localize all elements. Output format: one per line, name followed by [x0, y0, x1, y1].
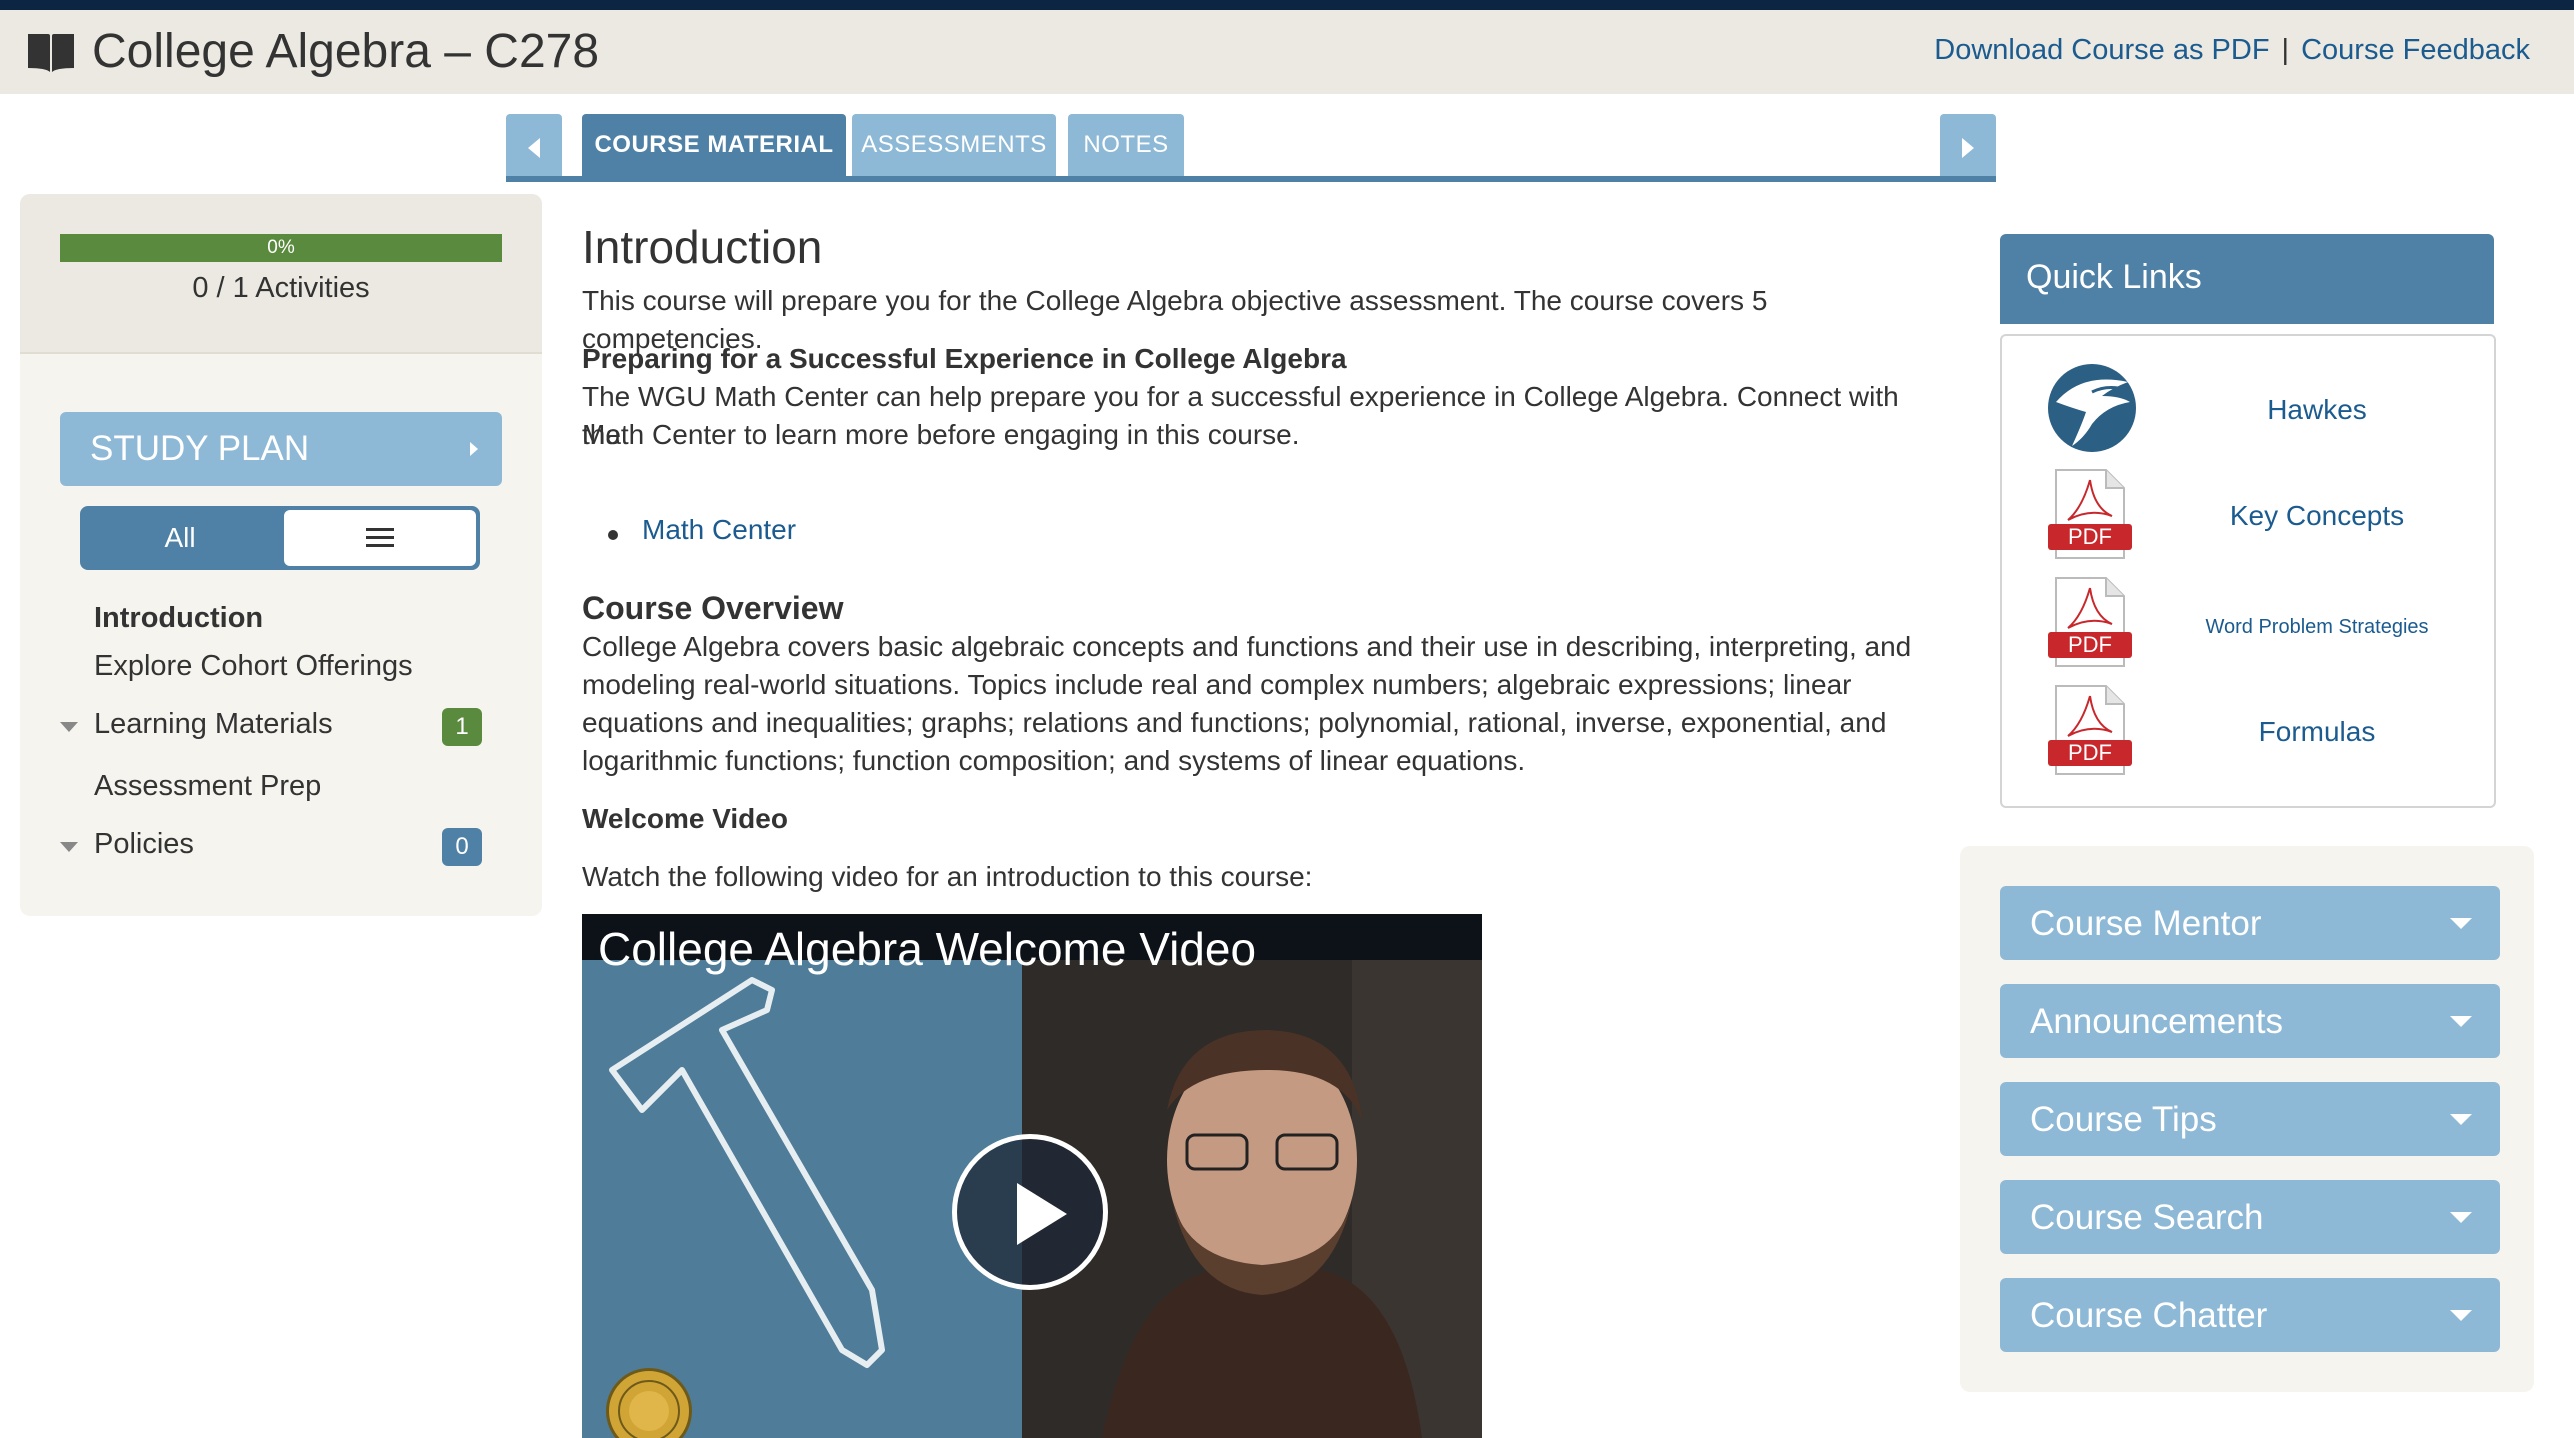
announcements-accordion[interactable]: Announcements [2000, 984, 2500, 1058]
pdf-icon: PDF [2048, 577, 2132, 667]
pdf-icon: PDF [2048, 469, 2132, 559]
toggle-all-button[interactable]: All [80, 506, 280, 570]
welcome-video-heading: Welcome Video [582, 803, 788, 834]
quick-link-hawkes[interactable]: Hawkes [2002, 356, 2494, 456]
learning-materials-badge: 1 [442, 708, 482, 746]
caret-down-icon [2450, 1212, 2472, 1223]
quick-links-panel: Hawkes PDF Key Concepts PDF Word Problem… [2000, 334, 2496, 808]
policies-badge: 0 [442, 828, 482, 866]
page-title: College Algebra – C278 [92, 25, 600, 78]
download-course-pdf-link[interactable]: Download Course as PDF [1934, 34, 2269, 66]
caret-down-icon [2450, 918, 2472, 929]
activities-count: 0 / 1 Activities [192, 272, 370, 304]
hawk-logo-icon [2048, 364, 2136, 452]
quick-links-header: Quick Links [2000, 234, 2494, 324]
course-tips-accordion[interactable]: Course Tips [2000, 1082, 2500, 1156]
course-header: College Algebra – C278 Download Course a… [0, 10, 2574, 94]
caret-right-icon [1962, 138, 1974, 158]
study-plan-sidebar: 0% 0 / 1 Activities STUDY PLAN All Intro… [20, 194, 542, 916]
prep-heading: Preparing for a Successful Experience in… [582, 343, 1347, 374]
section-heading: Introduction [582, 221, 823, 273]
accordion-label: Course Tips [2030, 1100, 2217, 1139]
math-center-link[interactable]: Math Center [642, 514, 796, 546]
toggle-list-button[interactable] [284, 510, 476, 566]
caret-left-icon [528, 138, 540, 158]
view-toggle: All [80, 506, 480, 570]
quick-link-label: Key Concepts [2229, 500, 2405, 531]
quick-link-key-concepts[interactable]: PDF Key Concepts [2002, 462, 2494, 562]
caret-down-icon [2450, 1016, 2472, 1027]
course-mentor-accordion[interactable]: Course Mentor [2000, 886, 2500, 960]
course-search-accordion[interactable]: Course Search [2000, 1180, 2500, 1254]
tab-assessments[interactable]: ASSESSMENTS [852, 114, 1056, 176]
video-title: College Algebra Welcome Video [598, 923, 1257, 975]
play-button[interactable] [952, 1134, 1108, 1290]
tab-scroll-left-button[interactable] [506, 114, 562, 180]
course-chatter-accordion[interactable]: Course Chatter [2000, 1278, 2500, 1352]
course-feedback-link[interactable]: Course Feedback [2301, 34, 2530, 66]
tab-scroll-right-button[interactable] [1940, 114, 1996, 180]
welcome-video-player[interactable]: College Algebra Welcome Video [582, 914, 1482, 1438]
overview-line: modeling real-world situations. Topics i… [582, 669, 1852, 700]
tab-bar: COURSE MATERIAL ASSESSMENTS NOTES [506, 114, 1996, 184]
overview-line: equations and inequalities; graphs; rela… [582, 707, 1887, 738]
play-icon [1017, 1183, 1067, 1245]
sidebar-item-introduction[interactable]: Introduction [94, 602, 263, 635]
pdf-icon-text: PDF [2068, 740, 2112, 765]
sidebar-item-learning-materials[interactable]: Learning Materials [94, 708, 333, 741]
sidebar-item-assessment-prep[interactable]: Assessment Prep [94, 770, 321, 803]
progress-area: 0% 0 / 1 Activities [20, 194, 542, 354]
accordion-label: Course Chatter [2030, 1296, 2268, 1335]
quick-link-label: Hawkes [2267, 394, 2367, 425]
quick-link-formulas[interactable]: PDF Formulas [2002, 678, 2494, 778]
accordion-label: Course Search [2030, 1198, 2264, 1237]
top-accent-bar [0, 0, 2574, 10]
course-tools-panel: Course Mentor Announcements Course Tips … [1960, 846, 2534, 1392]
tab-underline [506, 176, 1996, 182]
accordion-label: Announcements [2030, 1002, 2283, 1041]
quick-link-word-problem-strategies[interactable]: PDF Word Problem Strategies [2002, 570, 2494, 670]
tab-notes[interactable]: NOTES [1068, 114, 1184, 176]
quick-link-label: Formulas [2258, 716, 2376, 747]
progress-label: 0% [267, 237, 295, 258]
pdf-icon-text: PDF [2068, 524, 2112, 549]
overview-line: logarithmic functions; function composit… [582, 745, 1526, 776]
book-icon [28, 34, 74, 72]
course-overview-heading: Course Overview [582, 590, 844, 626]
sidebar-item-policies[interactable]: Policies [94, 828, 194, 861]
chevron-down-icon[interactable] [60, 842, 78, 852]
study-plan-button[interactable]: STUDY PLAN [60, 412, 502, 486]
caret-down-icon [2450, 1310, 2472, 1321]
accordion-label: Course Mentor [2030, 904, 2262, 943]
hamburger-icon [366, 528, 394, 547]
sidebar-item-explore-cohort-offerings[interactable]: Explore Cohort Offerings [94, 650, 413, 683]
caret-down-icon [2450, 1114, 2472, 1125]
study-plan-label: STUDY PLAN [90, 429, 310, 468]
overview-line: College Algebra covers basic algebraic c… [582, 631, 1912, 662]
wgu-seal-logo [606, 1368, 692, 1438]
pdf-icon: PDF [2048, 685, 2132, 775]
caret-right-icon [470, 442, 478, 456]
chevron-down-icon[interactable] [60, 722, 78, 732]
prep-text-line-2: Math Center to learn more before engagin… [582, 419, 1300, 450]
header-link-separator: | [2281, 34, 2290, 66]
tab-course-material[interactable]: COURSE MATERIAL [582, 114, 846, 176]
pdf-icon-text: PDF [2068, 632, 2112, 657]
welcome-video-text: Watch the following video for an introdu… [582, 861, 1313, 892]
wgu-seal-image [618, 1380, 680, 1438]
quick-link-label: Word Problem Strategies [2205, 616, 2429, 638]
list-bullet [608, 530, 618, 540]
header-links: Download Course as PDF | Course Feedback [1934, 34, 2530, 67]
quick-links-title: Quick Links [2026, 258, 2202, 296]
progress-bar: 0% [60, 234, 502, 262]
